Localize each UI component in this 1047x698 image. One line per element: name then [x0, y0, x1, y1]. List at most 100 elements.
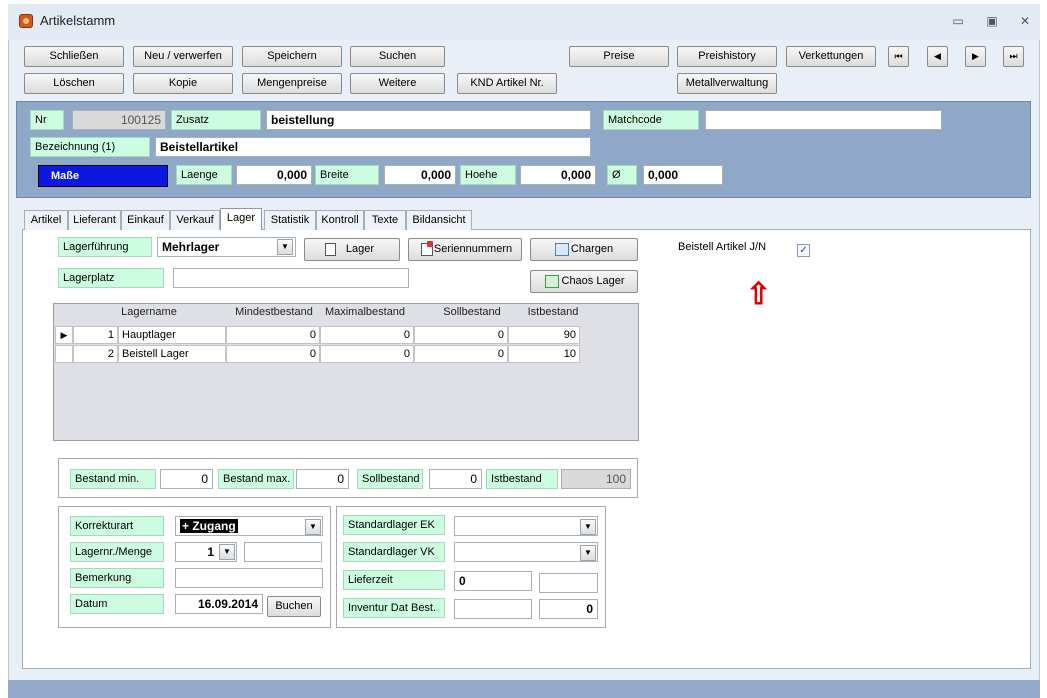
mengenpreise-button[interactable]: Mengenpreise [242, 73, 342, 94]
grid-cell-maximalbestand[interactable]: 0 [320, 326, 414, 344]
zusatz-input[interactable]: beistellung [266, 110, 591, 130]
lager-grid [53, 303, 639, 441]
preishistory-button[interactable]: Preishistory [677, 46, 777, 67]
preise-button[interactable]: Preise [569, 46, 669, 67]
tab-artikel[interactable]: Artikel [24, 210, 68, 230]
grid-cell-mindestbestand[interactable]: 0 [226, 326, 320, 344]
grid-cell-nr[interactable]: 1 [73, 326, 118, 344]
maximize-icon[interactable]: ▣ [984, 14, 1000, 28]
tab-texte[interactable]: Texte [364, 210, 406, 230]
korrekturart-label: Korrekturart [70, 516, 164, 536]
chaos-lager-button[interactable]: Chaos Lager [530, 270, 638, 293]
durchmesser-label: Ø [607, 165, 637, 185]
standardlager-vk-label: Standardlager VK [343, 542, 445, 562]
grid-cell-lagername[interactable]: Hauptlager [118, 326, 226, 344]
hoehe-input[interactable]: 0,000 [520, 165, 596, 185]
lagerplatz-input[interactable] [173, 268, 409, 288]
tab-verkauf[interactable]: Verkauf [170, 210, 220, 230]
document-icon [325, 243, 336, 256]
bestand-min-field[interactable]: 0 [160, 469, 213, 489]
grid-row-indicator: ▶ [55, 326, 73, 344]
metallverwaltung-button[interactable]: Metallverwaltung [677, 73, 777, 94]
zusatz-label: Zusatz [171, 110, 261, 130]
matchcode-input[interactable] [705, 110, 942, 130]
chevron-down-icon[interactable]: ▼ [305, 519, 321, 535]
previous-record-icon[interactable]: ◀ [927, 46, 948, 67]
bemerkung-input[interactable] [175, 568, 323, 588]
inventur-value-input[interactable]: 0 [539, 599, 598, 619]
datum-input[interactable]: 16.09.2014 [175, 594, 263, 614]
chevron-down-icon[interactable]: ▼ [580, 545, 596, 561]
grid-cell-istbestand[interactable]: 90 [508, 326, 580, 344]
first-record-icon[interactable]: ⏮ [888, 46, 909, 67]
knd-artikel-nr-button[interactable]: KND Artikel Nr. [457, 73, 557, 94]
chevron-down-icon[interactable]: ▼ [580, 519, 596, 535]
grid-cell-istbestand[interactable]: 10 [508, 345, 580, 363]
inventur-date-input[interactable] [454, 599, 532, 619]
breite-input[interactable]: 0,000 [384, 165, 456, 185]
grid-header-sollbestand: Sollbestand [443, 306, 501, 318]
bestand-min-label: Bestand min. [70, 469, 156, 489]
schliessen-button[interactable]: Schließen [24, 46, 124, 67]
kopie-button[interactable]: Kopie [133, 73, 233, 94]
bezeichnung-label: Bezeichnung (1) [30, 137, 150, 157]
app-icon [19, 14, 33, 28]
weitere-button[interactable]: Weitere [350, 73, 445, 94]
chevron-down-icon[interactable]: ▼ [277, 239, 293, 255]
grid-header-istbestand: Istbestand [527, 306, 579, 318]
beistell-artikel-checkbox[interactable]: ✓ [797, 244, 810, 257]
lager-button[interactable]: Lager [304, 238, 400, 261]
grid-cell-sollbestand[interactable]: 0 [414, 326, 508, 344]
standardlager-ek-select[interactable] [454, 516, 598, 536]
grid-cell-lagername[interactable]: Beistell Lager [118, 345, 226, 363]
bestand-max-field[interactable]: 0 [296, 469, 349, 489]
lieferzeit-extra-input[interactable] [539, 573, 598, 593]
sollbestand-field[interactable]: 0 [429, 469, 482, 489]
bestand-max-label: Bestand max. [218, 469, 294, 489]
loeschen-button[interactable]: Löschen [24, 73, 124, 94]
neu-verwerfen-button[interactable]: Neu / verwerfen [133, 46, 233, 67]
datum-label: Datum [70, 594, 164, 614]
grid-cell-maximalbestand[interactable]: 0 [320, 345, 414, 363]
tab-kontroll[interactable]: Kontroll [316, 210, 364, 230]
standardlager-ek-label: Standardlager EK [343, 515, 445, 535]
tab-lieferant[interactable]: Lieferant [68, 210, 121, 230]
lagernr-menge-label: Lagernr./Menge [70, 542, 164, 562]
bezeichnung-input[interactable]: Beistellartikel [155, 137, 591, 157]
chevron-down-icon[interactable]: ▼ [219, 544, 235, 560]
speichern-button[interactable]: Speichern [242, 46, 342, 67]
last-record-icon[interactable]: ⏭ [1003, 46, 1024, 67]
tab-lager[interactable]: Lager [220, 208, 262, 230]
seriennummern-button[interactable]: Seriennummern [408, 238, 522, 261]
grid-row-selector [55, 345, 73, 363]
lagerfuehrung-select[interactable]: Mehrlager [157, 237, 296, 257]
laenge-input[interactable]: 0,000 [236, 165, 312, 185]
lieferzeit-input[interactable]: 0 [454, 571, 532, 591]
tab-bildansicht[interactable]: Bildansicht [406, 210, 472, 230]
durchmesser-input[interactable]: 0,000 [643, 165, 723, 185]
close-icon[interactable]: ✕ [1017, 14, 1033, 28]
next-record-icon[interactable]: ▶ [965, 46, 986, 67]
istbestand-label: Istbestand [486, 469, 558, 489]
masse-label: Maße [38, 165, 168, 187]
buchen-button[interactable]: Buchen [267, 596, 321, 617]
breite-label: Breite [315, 165, 379, 185]
istbestand-field: 100 [561, 469, 631, 489]
grid-cell-sollbestand[interactable]: 0 [414, 345, 508, 363]
lieferzeit-label: Lieferzeit [343, 570, 445, 590]
menge-input[interactable] [244, 542, 322, 562]
nr-label: Nr [30, 110, 64, 130]
chaos-storage-icon [545, 275, 559, 288]
beistell-artikel-label: Beistell Artikel J/N [678, 241, 767, 253]
tab-einkauf[interactable]: Einkauf [121, 210, 170, 230]
korrekturart-select[interactable]: + Zugang [175, 516, 323, 536]
suchen-button[interactable]: Suchen [350, 46, 445, 67]
verkettungen-button[interactable]: Verkettungen [786, 46, 876, 67]
grid-cell-nr[interactable]: 2 [73, 345, 118, 363]
minimize-icon[interactable]: ▭ [950, 14, 966, 28]
chargen-button[interactable]: Chargen [530, 238, 638, 261]
standardlager-vk-select[interactable] [454, 542, 598, 562]
tab-statistik[interactable]: Statistik [264, 210, 316, 230]
grid-header-lagername: Lagername [121, 306, 177, 318]
grid-cell-mindestbestand[interactable]: 0 [226, 345, 320, 363]
